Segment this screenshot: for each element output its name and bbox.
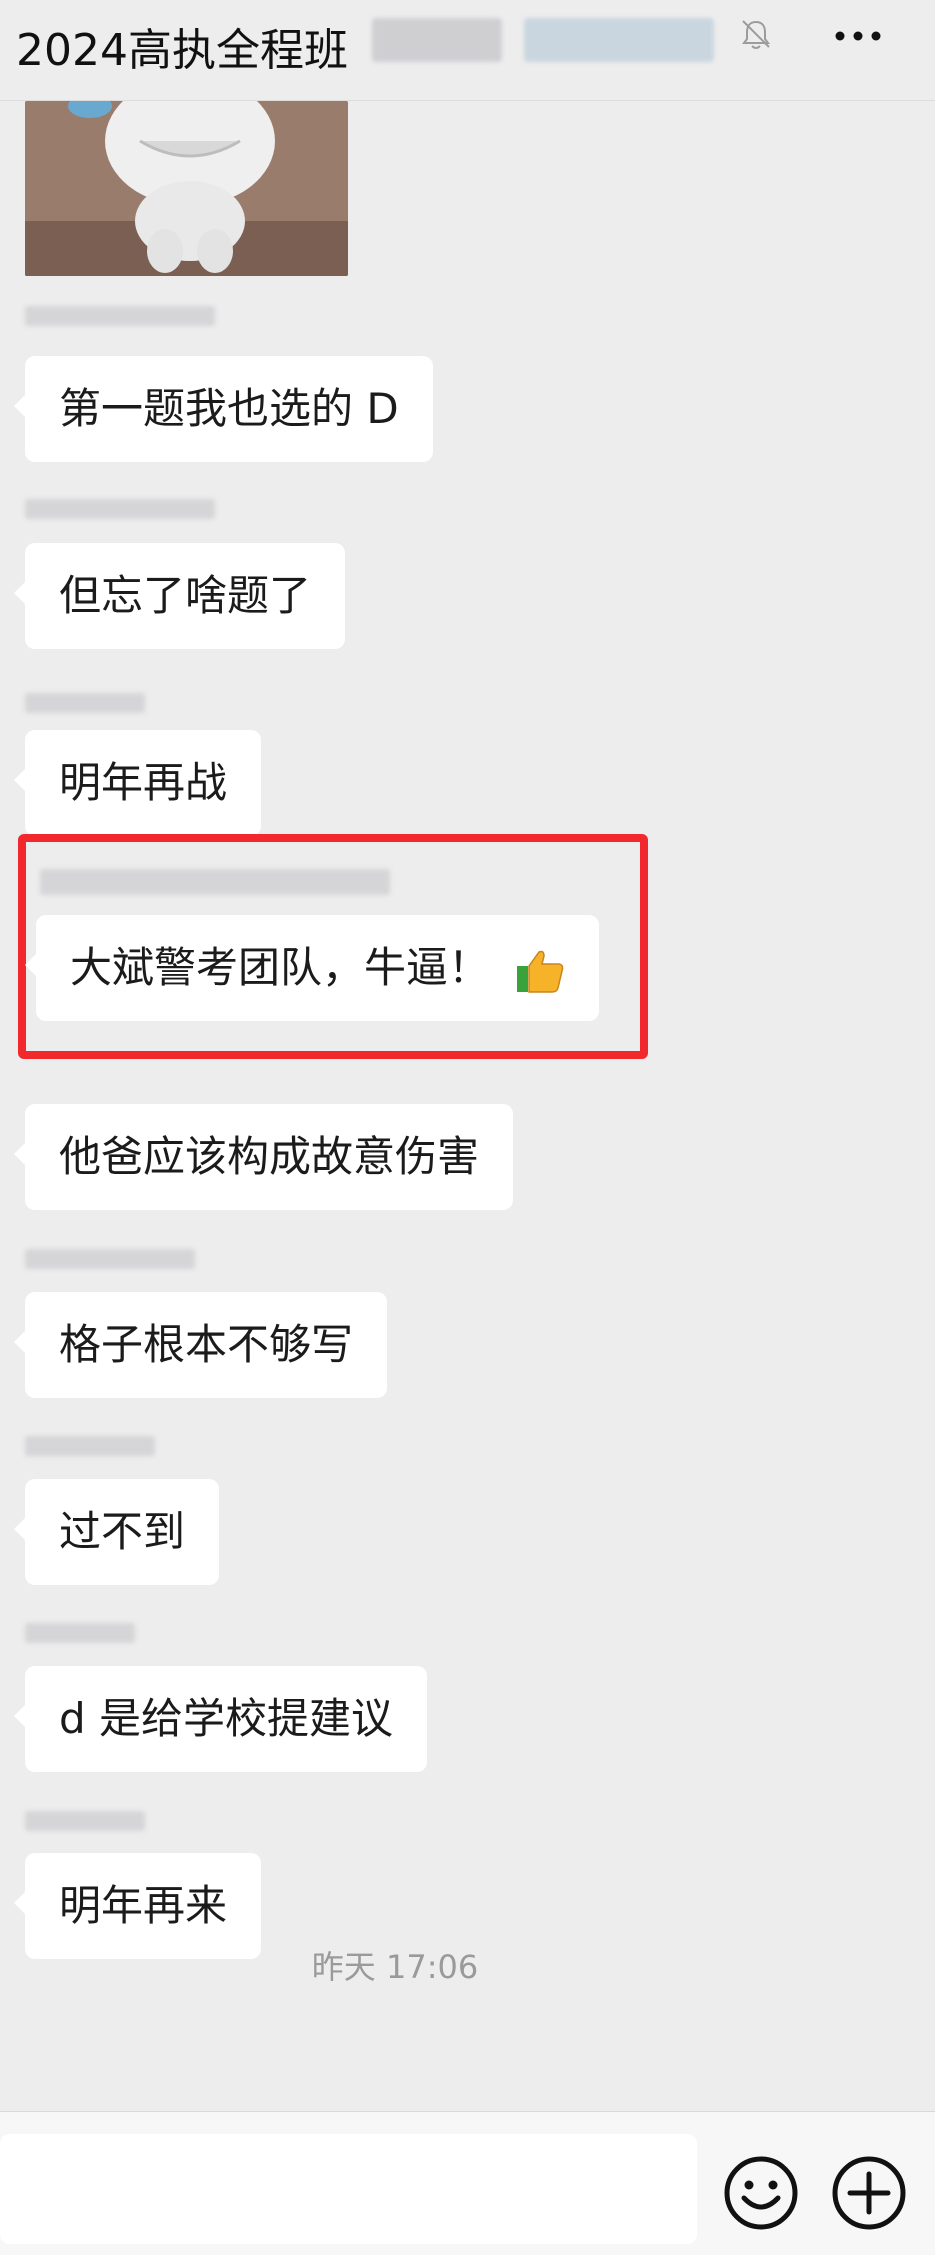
sender-name-blurred — [25, 693, 145, 713]
thumbs-up-icon — [517, 950, 564, 993]
plus-circle-icon[interactable] — [830, 2154, 908, 2232]
message-bubble[interactable]: d 是给学校提建议 — [13, 1666, 428, 1772]
blurred-title-extra — [524, 18, 714, 62]
more-dots-icon[interactable] — [830, 18, 886, 54]
sender-name-blurred — [25, 1249, 195, 1269]
message-bubble[interactable]: 过不到 — [13, 1479, 220, 1585]
chat-title: 2024高执全程班 — [16, 25, 348, 76]
message-text: 他爸应该构成故意伤害 — [59, 1132, 480, 1181]
message-text: 过不到 — [59, 1507, 186, 1556]
blurred-member-count — [372, 18, 502, 62]
sender-name-blurred — [25, 499, 215, 519]
message-text: 大斌警考团队，牛逼！ — [70, 943, 491, 992]
message-text: d 是给学校提建议 — [59, 1694, 394, 1743]
input-bar — [0, 2111, 935, 2255]
message-text: 格子根本不够写 — [59, 1320, 354, 1369]
sender-name-blurred — [25, 1436, 155, 1456]
message-text: 第一题我也选的 D — [59, 384, 399, 433]
message-bubble[interactable]: 明年再战 — [13, 730, 262, 836]
sender-name-blurred — [25, 1811, 145, 1831]
bell-off-icon — [742, 20, 770, 49]
emoji-icon[interactable] — [722, 2154, 800, 2232]
message-bubble[interactable]: 格子根本不够写 — [13, 1292, 388, 1398]
sender-name-blurred — [40, 869, 390, 895]
message-list[interactable]: 第一题我也选的 D 但忘了啥题了 明年再战 大斌警考团队，牛逼！ 他爸应该构成故… — [0, 101, 935, 2111]
message-bubble[interactable]: 但忘了啥题了 — [13, 543, 346, 649]
message-timestamp: 昨天 17:06 — [311, 1948, 479, 1986]
figurine-image — [25, 101, 348, 276]
message-text: 明年再战 — [59, 758, 228, 807]
message-text: 但忘了啥题了 — [59, 571, 312, 620]
image-message[interactable] — [25, 101, 348, 276]
message-bubble[interactable]: 第一题我也选的 D — [14, 356, 433, 462]
message-bubble[interactable]: 他爸应该构成故意伤害 — [13, 1104, 514, 1210]
sender-name-blurred — [25, 1623, 135, 1643]
sender-name-blurred — [25, 306, 215, 326]
chat-header: 2024高执全程班 — [0, 0, 935, 101]
message-text: 明年再来 — [59, 1881, 228, 1930]
message-bubble[interactable]: 大斌警考团队，牛逼！ — [24, 915, 600, 1021]
message-input[interactable] — [0, 2134, 697, 2244]
